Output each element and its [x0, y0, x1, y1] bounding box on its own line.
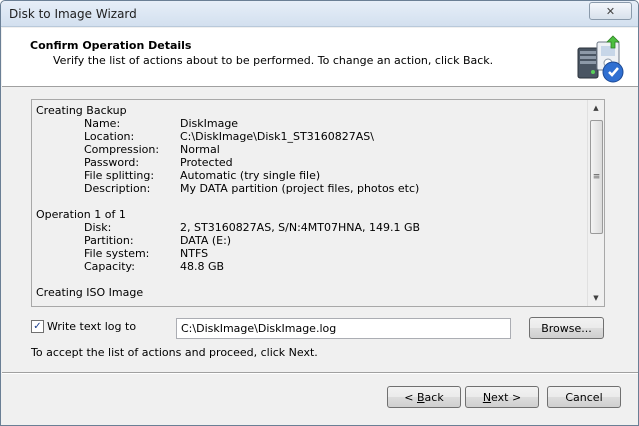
row-value: NTFS — [180, 247, 209, 260]
list-item: Name: DiskImage — [36, 117, 588, 130]
write-log-label[interactable]: Write text log to — [47, 320, 136, 333]
list-item: Description: My DATA partition (project … — [36, 182, 588, 195]
operations-summary[interactable]: Creating Backup Name: DiskImage Location… — [31, 99, 605, 307]
window-title: Disk to Image Wizard — [9, 7, 137, 21]
disk-imaging-icon — [577, 35, 624, 83]
grip-icon: ≡ — [592, 172, 601, 182]
wizard-header: Confirm Operation Details Verify the lis… — [2, 28, 638, 87]
row-key: File system: — [84, 247, 150, 260]
row-value: 2, ST3160827AS, S/N:4MT07HNA, 149.1 GB — [180, 221, 421, 234]
cancel-button[interactable]: Cancel — [547, 386, 621, 408]
instruction-text: To accept the list of actions and procee… — [31, 346, 318, 359]
row-key: Capacity: — [84, 260, 135, 273]
back-button-label: < Back — [404, 390, 444, 404]
list-item: Capacity: 48.8 GB — [36, 260, 588, 273]
back-button[interactable]: < Back — [387, 386, 461, 408]
checkmark-icon: ✓ — [33, 320, 42, 332]
row-key: Partition: — [84, 234, 134, 247]
list-item: File system: NTFS — [36, 247, 588, 260]
close-button[interactable]: ✕ — [589, 2, 632, 20]
row-value: Protected — [180, 156, 233, 169]
row-value: DiskImage — [180, 117, 239, 130]
row-key: Disk: — [84, 221, 112, 234]
row-value: C:\DiskImage\Disk1_ST3160827AS\ — [180, 130, 374, 143]
section-title: Creating Backup — [36, 104, 127, 117]
summary-content: Creating Backup Name: DiskImage Location… — [36, 104, 588, 299]
list-item: Partition: DATA (E:) — [36, 234, 588, 247]
row-key: Location: — [84, 130, 135, 143]
row-key: Compression: — [84, 143, 160, 156]
list-item: Location: C:\DiskImage\Disk1_ST3160827AS… — [36, 130, 588, 143]
arrow-up-icon: ▲ — [593, 104, 599, 112]
scroll-thumb[interactable]: ≡ — [590, 120, 603, 234]
title-bar[interactable]: Disk to Image Wizard ✕ — [1, 1, 638, 27]
log-options: ✓ Write text log to Browse... — [31, 317, 611, 340]
page-title: Confirm Operation Details — [30, 39, 192, 52]
browse-button-label: Browse... — [541, 321, 592, 335]
row-value: My DATA partition (project files, photos… — [180, 182, 420, 195]
next-button-label: Next > — [482, 390, 522, 404]
write-log-checkbox[interactable]: ✓ — [31, 320, 44, 333]
row-value: 48.8 GB — [180, 260, 225, 273]
close-icon: ✕ — [605, 4, 616, 18]
cancel-button-label: Cancel — [565, 390, 603, 404]
list-item: Disk: 2, ST3160827AS, S/N:4MT07HNA, 149.… — [36, 221, 588, 234]
list-item: Compression: Normal — [36, 143, 588, 156]
page-subtitle: Verify the list of actions about to be p… — [53, 54, 494, 67]
section-title: Operation 1 of 1 — [36, 208, 126, 221]
row-value: DATA (E:) — [180, 234, 232, 247]
browse-button[interactable]: Browse... — [529, 317, 604, 339]
vertical-scrollbar[interactable]: ▲ ≡ ▼ — [587, 100, 604, 306]
row-value: Normal — [180, 143, 220, 156]
button-divider — [2, 372, 638, 374]
section-title: Creating ISO Image — [36, 286, 144, 299]
scroll-down-button[interactable]: ▼ — [588, 290, 604, 306]
row-key: Description: — [84, 182, 151, 195]
list-item: File splitting: Automatic (try single fi… — [36, 169, 588, 182]
row-key: Name: — [84, 117, 121, 130]
row-key: Password: — [84, 156, 140, 169]
row-key: File splitting: — [84, 169, 155, 182]
log-path-input[interactable] — [176, 318, 511, 339]
wizard-window: Disk to Image Wizard ✕ Confirm Operation… — [0, 0, 639, 426]
row-value: Automatic (try single file) — [180, 169, 321, 182]
arrow-down-icon: ▼ — [593, 294, 599, 302]
list-item: Password: Protected — [36, 156, 588, 169]
next-button[interactable]: Next > — [465, 386, 539, 408]
scroll-up-button[interactable]: ▲ — [588, 100, 604, 116]
